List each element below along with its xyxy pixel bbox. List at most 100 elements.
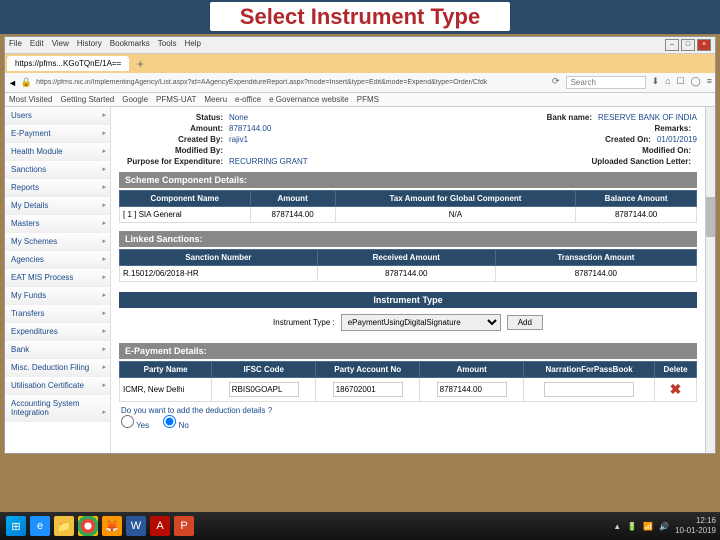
narration-input[interactable] (544, 382, 634, 397)
sidebar-item-users[interactable]: Users (5, 107, 110, 125)
chrome-icon[interactable] (78, 516, 98, 536)
section-epayment: E-Payment Details: (119, 343, 697, 359)
battery-icon[interactable]: 🔋 (627, 522, 637, 531)
deduction-question: Do you want to add the deduction details… (121, 406, 695, 415)
col-narration: NarrationForPassBook (524, 362, 655, 378)
ie-icon[interactable]: e (30, 516, 50, 536)
new-tab-button[interactable]: + (133, 57, 147, 71)
clock[interactable]: 12:16 10-01-2019 (675, 516, 716, 536)
explorer-icon[interactable]: 📁 (54, 516, 74, 536)
radio-no[interactable] (163, 415, 176, 428)
sidebar-item-transfers[interactable]: Transfers (5, 305, 110, 323)
reload-icon[interactable]: ⟳ (552, 76, 560, 89)
url-field[interactable]: https://pfms.nic.in/ImplementingAgency/L… (36, 79, 548, 86)
purpose-value: RECURRING GRANT (229, 157, 308, 166)
sidebar-item-deduction[interactable]: Misc. Deduction Filing (5, 359, 110, 377)
volume-icon[interactable]: 🔊 (659, 522, 669, 531)
pdf-icon[interactable]: A (150, 516, 170, 536)
menu-history[interactable]: History (77, 39, 102, 51)
sync-icon[interactable]: ◯ (691, 76, 701, 89)
menu-tools[interactable]: Tools (158, 39, 177, 51)
table-row: R.15012/06/2018-HR8787144.008787144.00 (120, 266, 697, 282)
col-balance: Balance Amount (576, 191, 697, 207)
section-scheme: Scheme Component Details: (119, 172, 697, 188)
sidebar-item-expenditures[interactable]: Expenditures (5, 323, 110, 341)
sidebar-item-agencies[interactable]: Agencies (5, 251, 110, 269)
bm-egov[interactable]: e Governance website (269, 95, 349, 104)
col-transaction: Transaction Amount (495, 250, 696, 266)
download-icon[interactable]: ⬇ (652, 76, 660, 89)
col-component: Component Name (120, 191, 251, 207)
instrument-label: Instrument Type : (273, 318, 335, 327)
sidebar-item-eat[interactable]: EAT MIS Process (5, 269, 110, 287)
col-received: Received Amount (317, 250, 495, 266)
close-button[interactable]: × (697, 39, 711, 51)
status-value: None (229, 113, 248, 122)
bm-google[interactable]: Google (122, 95, 148, 104)
sidebar-item-accounting[interactable]: Accounting System Integration (5, 395, 110, 422)
home-icon[interactable]: ⌂ (665, 76, 670, 89)
lock-icon: 🔒 (21, 77, 32, 88)
menu-bookmarks[interactable]: Bookmarks (110, 39, 150, 51)
bank-value: RESERVE BANK OF INDIA (598, 113, 697, 122)
sidebar-item-myfunds[interactable]: My Funds (5, 287, 110, 305)
tray-icon[interactable]: ▲ (613, 522, 621, 531)
col-amount: Amount (250, 191, 335, 207)
menu-edit[interactable]: Edit (30, 39, 44, 51)
url-bar: ◄ 🔒 https://pfms.nic.in/ImplementingAgen… (5, 73, 715, 93)
section-linked: Linked Sanctions: (119, 231, 697, 247)
sidebar-item-uc[interactable]: Utilisation Certificate (5, 377, 110, 395)
firefox-icon[interactable]: 🦊 (102, 516, 122, 536)
sidebar-item-myschemes[interactable]: My Schemes (5, 233, 110, 251)
bookmark-icon[interactable]: ☐ (677, 76, 685, 89)
back-icon[interactable]: ◄ (8, 78, 17, 88)
col-acct: Party Account No (316, 362, 420, 378)
word-icon[interactable]: W (126, 516, 146, 536)
menu-file[interactable]: File (9, 39, 22, 51)
scheme-table: Component NameAmountTax Amount for Globa… (119, 190, 697, 223)
maximize-button[interactable]: □ (681, 39, 695, 51)
radio-yes[interactable] (121, 415, 134, 428)
bm-meeru[interactable]: Meeru (204, 95, 227, 104)
menu-help[interactable]: Help (184, 39, 200, 51)
scroll-thumb[interactable] (706, 197, 715, 237)
bookmark-bar: Most Visited Getting Started Google PFMS… (5, 93, 715, 107)
sidebar-item-epayment[interactable]: E-Payment (5, 125, 110, 143)
bm-most-visited[interactable]: Most Visited (9, 95, 52, 104)
modby-label: Modified By: (119, 146, 229, 155)
col-party: Party Name (120, 362, 212, 378)
bm-getting-started[interactable]: Getting Started (60, 95, 114, 104)
menu-view[interactable]: View (52, 39, 69, 51)
bank-label: Bank name: (488, 113, 598, 122)
party-value: ICMR, New Delhi (120, 378, 212, 402)
sidebar-item-masters[interactable]: Masters (5, 215, 110, 233)
instrument-type-select[interactable]: ePaymentUsingDigitalSignature (341, 314, 501, 331)
sidebar-item-health[interactable]: Health Module (5, 143, 110, 161)
sidebar-item-reports[interactable]: Reports (5, 179, 110, 197)
amt-input[interactable] (437, 382, 507, 397)
sidebar-item-mydetails[interactable]: My Details (5, 197, 110, 215)
start-button[interactable]: ⊞ (6, 516, 26, 536)
powerpoint-icon[interactable]: P (174, 516, 194, 536)
menu-bar: File Edit View History Bookmarks Tools H… (5, 37, 715, 54)
status-label: Status: (119, 113, 229, 122)
purpose-label: Purpose for Expenditure: (119, 157, 229, 166)
sidebar-item-sanctions[interactable]: Sanctions (5, 161, 110, 179)
search-input[interactable] (566, 76, 646, 89)
bm-pfms-uat[interactable]: PFMS-UAT (156, 95, 196, 104)
modon-label: Modified On: (587, 146, 697, 155)
browser-window: File Edit View History Bookmarks Tools H… (4, 36, 716, 454)
slide-title: Select Instrument Type (0, 0, 720, 34)
minimize-button[interactable]: – (665, 39, 679, 51)
scrollbar[interactable] (705, 107, 715, 453)
bm-pfms[interactable]: PFMS (357, 95, 379, 104)
browser-tab[interactable]: https://pfms...KGoTQnE/1A== (7, 56, 129, 71)
add-button[interactable]: Add (507, 315, 543, 330)
menu-icon[interactable]: ≡ (707, 76, 712, 89)
delete-icon[interactable]: ✖ (670, 381, 682, 397)
ifsc-input[interactable] (229, 382, 299, 397)
sidebar-item-bank[interactable]: Bank (5, 341, 110, 359)
acct-input[interactable] (333, 382, 403, 397)
bm-eoffice[interactable]: e-office (235, 95, 261, 104)
network-icon[interactable]: 📶 (643, 522, 653, 531)
